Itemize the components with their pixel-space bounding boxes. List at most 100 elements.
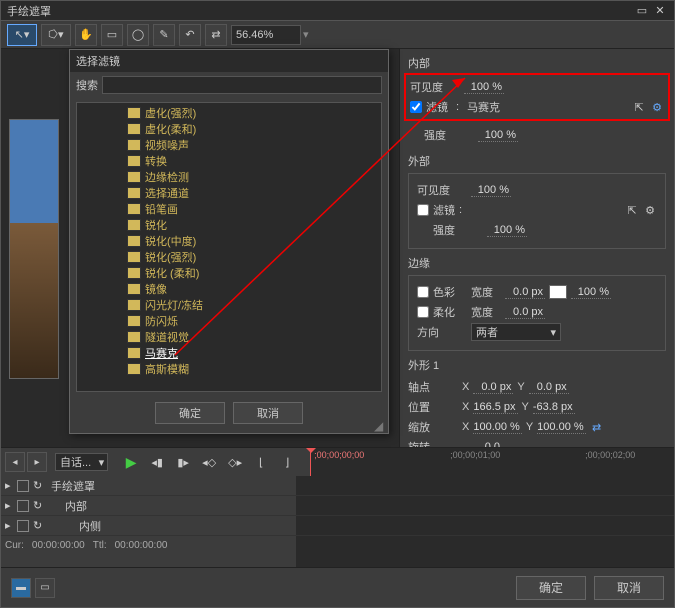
filter-item[interactable]: 铅笔画 bbox=[127, 201, 381, 217]
rotate-value[interactable]: 0.0 bbox=[462, 441, 502, 448]
next-frame-button[interactable]: ▮▸ bbox=[172, 452, 194, 472]
zoom-dropdown-icon[interactable]: ▾ bbox=[303, 28, 309, 41]
filter-item[interactable]: 隧道视觉 bbox=[127, 329, 381, 345]
edge-opacity[interactable]: 100 % bbox=[571, 286, 611, 299]
scale-y[interactable]: 100.00 % bbox=[537, 421, 585, 434]
rect-tool[interactable]: ▭ bbox=[101, 24, 123, 46]
loop-icon[interactable]: ↻ bbox=[33, 519, 47, 533]
search-label: 搜索 bbox=[76, 77, 98, 93]
filter-item[interactable]: 防闪烁 bbox=[127, 313, 381, 329]
edge-group: 色彩 宽度 0.0 px 100 % 柔化 宽度 0.0 px 方向 两者 bbox=[408, 275, 666, 351]
scrub-next[interactable]: ▸ bbox=[27, 452, 47, 472]
track-visible-checkbox[interactable] bbox=[17, 480, 29, 492]
edge-color-checkbox[interactable] bbox=[417, 286, 429, 298]
scale-x[interactable]: 100.00 % bbox=[473, 421, 521, 434]
pos-y[interactable]: -63.8 px bbox=[533, 401, 575, 414]
shape-tool[interactable]: ⭔▾ bbox=[41, 24, 71, 46]
axis-y[interactable]: 0.0 px bbox=[529, 381, 569, 394]
time-ruler[interactable]: ;00;00;00;00 ;00;00;01;00 ;00;00;02;00 bbox=[310, 448, 674, 476]
filter-item[interactable]: 虚化(柔和) bbox=[127, 121, 381, 137]
axis-x[interactable]: 0.0 px bbox=[473, 381, 513, 394]
outer-filter-checkbox[interactable] bbox=[417, 204, 429, 216]
maximize-button[interactable]: ▭ bbox=[634, 4, 650, 18]
expand-icon[interactable]: ▸ bbox=[5, 519, 13, 532]
filter-item[interactable]: 虚化(强烈) bbox=[127, 105, 381, 121]
filter-item[interactable]: 边缘检测 bbox=[127, 169, 381, 185]
filter-item[interactable]: 闪光灯/冻结 bbox=[127, 297, 381, 313]
pen-tool[interactable]: ✎ bbox=[153, 24, 175, 46]
expand-icon[interactable]: ▸ bbox=[5, 479, 13, 492]
main-toolbar: ↖▾ ⭔▾ ✋ ▭ ◯ ✎ ↶ ⇄ ▾ bbox=[1, 21, 674, 49]
track-row[interactable]: ▸↻内侧 bbox=[1, 516, 296, 536]
filter-item[interactable]: 锐化 bbox=[127, 217, 381, 233]
expand-icon[interactable]: ▸ bbox=[5, 499, 13, 512]
resize-handle[interactable]: ◢ bbox=[374, 419, 386, 431]
edge-width-2[interactable]: 0.0 px bbox=[505, 306, 545, 319]
highlighted-filter-row: 可见度 100 % 滤镜 : 马赛克 ⇱ ⚙ bbox=[404, 73, 670, 121]
undo-tool[interactable]: ↶ bbox=[179, 24, 201, 46]
dialog-ok-button[interactable]: 确定 bbox=[155, 402, 225, 424]
prev-key-button[interactable]: ◂◇ bbox=[198, 452, 220, 472]
outer-intensity-value[interactable]: 100 % bbox=[487, 224, 527, 237]
edge-direction-dropdown[interactable]: 两者 bbox=[471, 323, 561, 341]
settings-icon[interactable]: ⚙ bbox=[650, 100, 664, 114]
layout-toggle-2[interactable]: ▭ bbox=[35, 578, 55, 598]
scrub-prev[interactable]: ◂ bbox=[5, 452, 25, 472]
edge-soften-checkbox[interactable] bbox=[417, 306, 429, 318]
inner-filter-value[interactable]: 马赛克 bbox=[467, 99, 628, 115]
outer-visibility-value[interactable]: 100 % bbox=[471, 184, 511, 197]
link-icon[interactable]: ⇄ bbox=[590, 420, 604, 434]
redo-tool[interactable]: ⇄ bbox=[205, 24, 227, 46]
dialog-cancel-button[interactable]: 取消 bbox=[233, 402, 303, 424]
filter-item[interactable]: 选择通道 bbox=[127, 185, 381, 201]
ellipse-tool[interactable]: ◯ bbox=[127, 24, 149, 46]
color-swatch[interactable] bbox=[549, 285, 567, 299]
inner-filter-checkbox[interactable] bbox=[410, 101, 422, 113]
track-visible-checkbox[interactable] bbox=[17, 500, 29, 512]
titlebar: 手绘遮罩 ▭ ✕ bbox=[1, 1, 674, 21]
filter-item[interactable]: 镜像 bbox=[127, 281, 381, 297]
track-row[interactable]: ▸↻内部 bbox=[1, 496, 296, 516]
export-icon[interactable]: ⇱ bbox=[632, 100, 646, 114]
total-time: 00:00:00:00 bbox=[115, 540, 168, 551]
next-key-button[interactable]: ◇▸ bbox=[224, 452, 246, 472]
filter-item[interactable]: 马赛克 bbox=[127, 345, 381, 361]
track-row[interactable]: ▸↻手绘遮罩 bbox=[1, 476, 296, 496]
search-input[interactable] bbox=[102, 76, 382, 94]
inner-intensity-value[interactable]: 100 % bbox=[478, 129, 518, 142]
filter-item[interactable]: 高斯模糊 bbox=[127, 361, 381, 377]
playhead[interactable] bbox=[310, 448, 311, 476]
filter-list[interactable]: 虚化(强烈)虚化(柔和)视频噪声转换边缘检测选择通道铅笔画锐化锐化(中度)锐化(… bbox=[76, 102, 382, 392]
axis-label: 轴点 bbox=[408, 379, 458, 395]
close-button[interactable]: ✕ bbox=[652, 4, 668, 18]
filter-item[interactable]: 视频噪声 bbox=[127, 137, 381, 153]
scale-label: 缩放 bbox=[408, 419, 458, 435]
outer-export-icon[interactable]: ⇱ bbox=[625, 203, 639, 217]
pos-x[interactable]: 166.5 px bbox=[473, 401, 517, 414]
zoom-input[interactable] bbox=[231, 25, 301, 45]
layout-toggle-1[interactable]: ▬ bbox=[11, 578, 31, 598]
loop-icon[interactable]: ↻ bbox=[33, 479, 47, 493]
mark-in-button[interactable]: ⌊ bbox=[250, 452, 272, 472]
inner-visibility-value[interactable]: 100 % bbox=[464, 81, 504, 94]
filter-item[interactable]: 锐化 (柔和) bbox=[127, 265, 381, 281]
arrow-tool[interactable]: ↖▾ bbox=[7, 24, 37, 46]
outer-intensity-label: 强度 bbox=[433, 222, 483, 238]
preview-area: 选择滤镜 搜索 虚化(强烈)虚化(柔和)视频噪声转换边缘检测选择通道铅笔画锐化锐… bbox=[1, 49, 399, 447]
hand-tool[interactable]: ✋ bbox=[75, 24, 97, 46]
main-cancel-button[interactable]: 取消 bbox=[594, 576, 664, 600]
edge-width-1[interactable]: 0.0 px bbox=[505, 286, 545, 299]
prev-frame-button[interactable]: ◂▮ bbox=[146, 452, 168, 472]
filter-item[interactable]: 转换 bbox=[127, 153, 381, 169]
inner-filter-label: 滤镜 bbox=[426, 99, 448, 115]
main-ok-button[interactable]: 确定 bbox=[516, 576, 586, 600]
edge-direction-label: 方向 bbox=[417, 324, 467, 340]
play-button[interactable]: ▶ bbox=[120, 452, 142, 472]
timeline-mode-dropdown[interactable]: 自话... bbox=[55, 453, 108, 471]
track-visible-checkbox[interactable] bbox=[17, 520, 29, 532]
loop-icon[interactable]: ↻ bbox=[33, 499, 47, 513]
filter-item[interactable]: 锐化(强烈) bbox=[127, 249, 381, 265]
filter-item[interactable]: 锐化(中度) bbox=[127, 233, 381, 249]
outer-settings-icon[interactable]: ⚙ bbox=[643, 203, 657, 217]
mark-out-button[interactable]: ⌋ bbox=[276, 452, 298, 472]
